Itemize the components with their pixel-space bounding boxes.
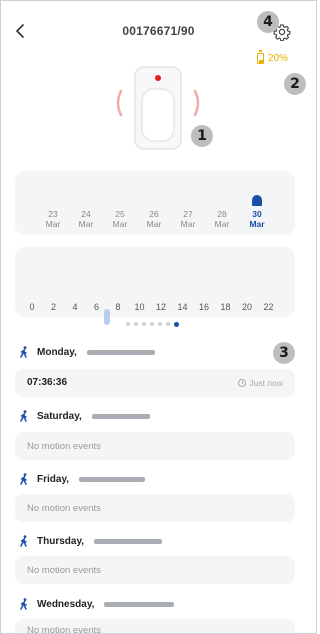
no-events-text: No motion events: [27, 503, 101, 514]
motion-event-row[interactable]: 07:36:36 Just now: [15, 369, 295, 397]
hour-label: 20: [241, 302, 252, 312]
hour-label: 6: [93, 302, 99, 312]
walking-person-icon: [20, 535, 27, 547]
day-name: Saturday,: [37, 410, 82, 422]
empty-events-row: No motion events: [15, 494, 295, 522]
date-item[interactable]: 27 Mar: [173, 209, 203, 229]
walking-person-icon: [20, 598, 27, 610]
hour-label: 18: [220, 302, 231, 312]
hour-label: 16: [198, 302, 209, 312]
hour-label: 12: [155, 302, 166, 312]
annotation-badge-4: 4: [257, 11, 279, 33]
no-events-text: No motion events: [27, 625, 101, 634]
walking-person-icon: [20, 346, 27, 358]
battery-level: 20%: [268, 53, 289, 64]
date-item[interactable]: 28 Mar: [207, 209, 237, 229]
hour-label: 8: [115, 302, 121, 312]
redacted-date: [86, 349, 155, 355]
page-indicator: [1, 321, 316, 329]
page-dot[interactable]: [134, 322, 138, 326]
event-time: 07:36:36: [27, 377, 68, 388]
hour-label: 2: [50, 302, 56, 312]
annotation-badge-2: 2: [284, 73, 306, 95]
date-item[interactable]: 26 Mar: [139, 209, 169, 229]
hour-label: 14: [177, 302, 188, 312]
redacted-date: [79, 476, 146, 482]
no-events-text: No motion events: [27, 565, 101, 576]
day-header-saturday: Saturday,: [19, 409, 150, 423]
no-events-text: No motion events: [27, 441, 101, 452]
page-dot-active[interactable]: [174, 321, 179, 327]
hour-label: 22: [263, 302, 274, 312]
hour-label: 10: [134, 302, 145, 312]
date-item[interactable]: 25 Mar: [105, 209, 135, 229]
redacted-date: [91, 413, 150, 419]
date-item[interactable]: 23 Mar: [38, 209, 68, 229]
day-name: Monday,: [37, 346, 77, 358]
page-dot[interactable]: [142, 322, 146, 326]
empty-events-row: No motion events: [15, 619, 295, 634]
motion-detector-illustration: [116, 66, 200, 150]
walking-person-icon: [20, 410, 27, 422]
day-name: Friday,: [37, 473, 70, 485]
hour-label: 4: [72, 302, 78, 312]
selected-date-marker: [252, 195, 262, 206]
date-item-selected[interactable]: 30 Mar: [242, 209, 272, 229]
hour-label: 0: [29, 302, 35, 312]
app-screen: 00176671/90 4 20% 2 1 23 Mar 24 Mar 25 Mar …: [0, 0, 317, 634]
empty-events-row: No motion events: [15, 432, 295, 460]
page-dot[interactable]: [150, 322, 154, 326]
day-name: Wednesday,: [37, 598, 95, 610]
day-header-friday: Friday,: [19, 472, 146, 486]
date-selector: 23 Mar 24 Mar 25 Mar 26 Mar 27 Mar 28 Mar 30 Ma…: [15, 171, 295, 235]
clock-icon: [238, 379, 247, 387]
walking-person-icon: [20, 473, 27, 485]
page-dot[interactable]: [166, 322, 170, 326]
day-header-wednesday: Wednesday,: [19, 597, 175, 611]
day-header-thursday: Thursday,: [19, 534, 163, 548]
annotation-badge-1: 1: [191, 125, 213, 147]
battery-indicator: 20%: [257, 50, 289, 64]
empty-events-row: No motion events: [15, 556, 295, 584]
redacted-date: [94, 538, 163, 544]
redacted-date: [104, 601, 175, 607]
page-dot[interactable]: [158, 322, 162, 326]
day-name: Thursday,: [37, 535, 85, 547]
day-header-monday: Monday,: [19, 345, 155, 359]
event-relative-time: Just now: [238, 378, 283, 388]
page-dot[interactable]: [126, 322, 130, 326]
date-item[interactable]: 24 Mar: [71, 209, 101, 229]
annotation-badge-3: 3: [273, 342, 295, 364]
battery-icon: [257, 50, 264, 64]
